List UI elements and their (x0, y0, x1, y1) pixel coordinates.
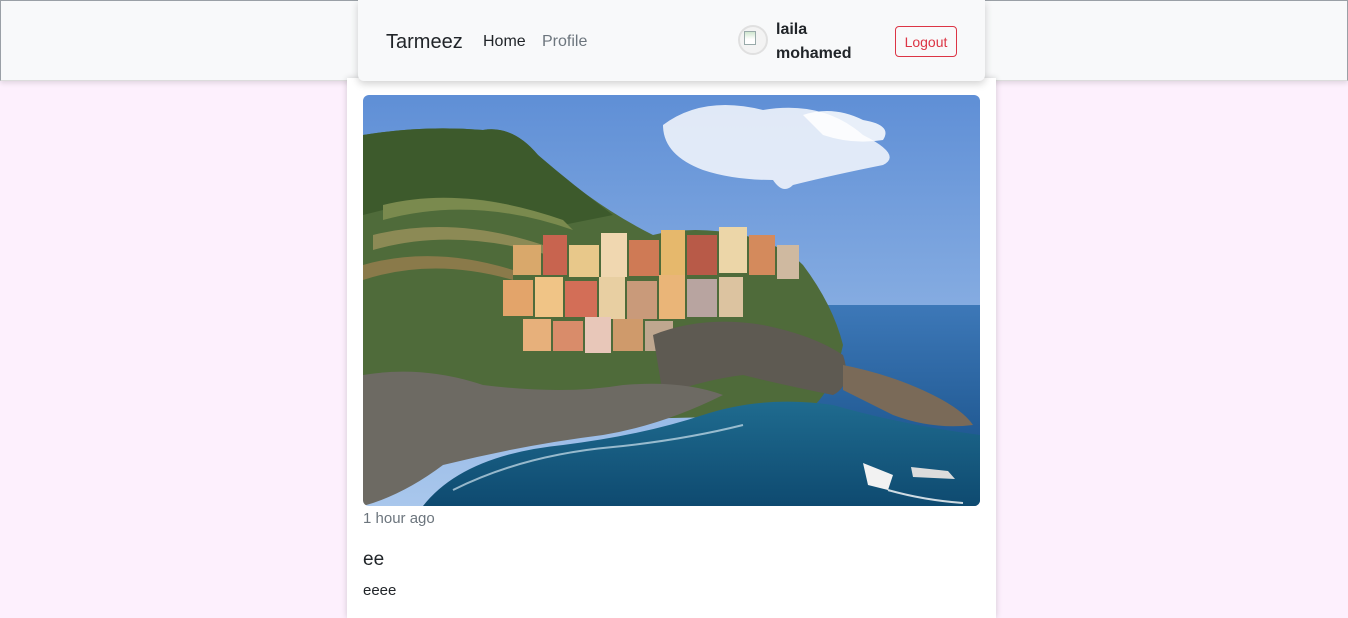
navbar: Tarmeez Home Profile laila mohamed Logou… (358, 0, 985, 81)
logout-button[interactable]: Logout (895, 26, 957, 57)
post-body: eeee (363, 582, 397, 599)
post-card: 1 hour ago ee eeee (347, 78, 996, 618)
broken-image-icon (744, 31, 756, 45)
post-title: ee (363, 549, 385, 570)
post-image (363, 95, 980, 506)
nav-link-home[interactable]: Home (483, 33, 526, 51)
username-last: mohamed (776, 45, 852, 62)
user-avatar[interactable] (738, 25, 768, 55)
coastal-village-photo (363, 95, 980, 506)
brand-link[interactable]: Tarmeez (386, 31, 463, 54)
nav-link-profile[interactable]: Profile (542, 33, 587, 51)
username: laila mohamed (776, 18, 876, 66)
post-timestamp: 1 hour ago (363, 510, 435, 527)
username-first: laila (776, 21, 808, 38)
